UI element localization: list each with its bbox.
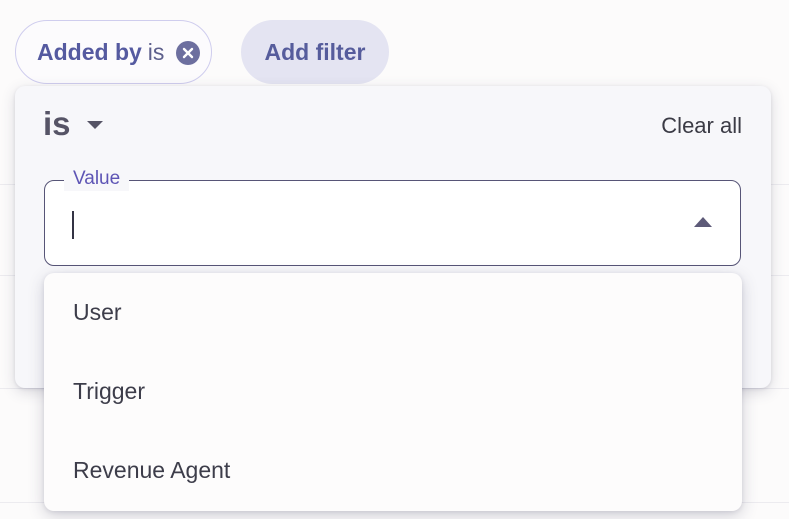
filter-chip-field: Added by xyxy=(37,38,142,65)
filter-chip-added-by[interactable]: Added by is xyxy=(15,20,212,84)
caret-up-icon[interactable] xyxy=(693,215,713,233)
option-user[interactable]: User xyxy=(44,273,742,352)
close-circle-icon[interactable] xyxy=(176,41,200,65)
clear-all-button[interactable]: Clear all xyxy=(661,113,742,139)
option-trigger[interactable]: Trigger xyxy=(44,352,742,431)
operator-label: is xyxy=(43,105,71,142)
caret-down-icon xyxy=(86,117,104,135)
value-field[interactable]: Value xyxy=(44,167,741,266)
text-cursor xyxy=(72,211,74,239)
filter-chip-operator: is xyxy=(147,38,165,65)
value-field-label: Value xyxy=(64,167,130,191)
add-filter-label: Add filter xyxy=(264,38,366,65)
operator-select[interactable]: is xyxy=(43,105,104,143)
add-filter-button[interactable]: Add filter xyxy=(241,20,389,84)
value-input[interactable] xyxy=(71,207,671,241)
option-revenue-agent[interactable]: Revenue Agent xyxy=(44,431,742,510)
value-options-list: User Trigger Revenue Agent xyxy=(44,273,742,511)
